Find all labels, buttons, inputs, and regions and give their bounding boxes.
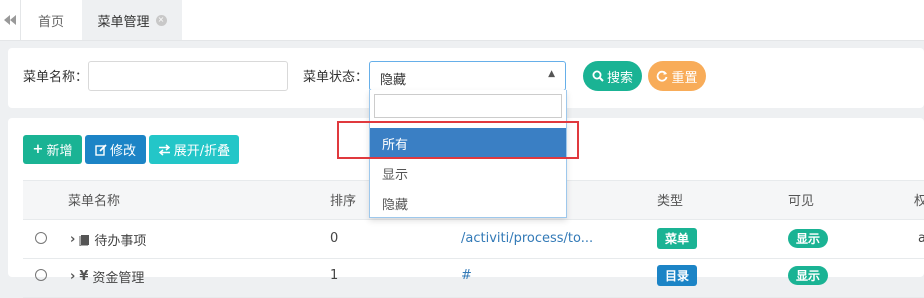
menu-status-select[interactable]: 隐藏 ▲ — [369, 61, 566, 91]
book-icon — [79, 234, 90, 246]
tab-menu-management-label: 菜单管理 — [97, 14, 150, 30]
tab-scroll-left-button[interactable] — [0, 0, 21, 40]
visible-badge: 显示 — [788, 229, 828, 248]
refresh-icon — [657, 70, 668, 82]
url-link[interactable]: # — [461, 268, 472, 283]
column-header-visible: 可见 — [788, 194, 815, 209]
tab-bar: 首页 菜单管理 × — [0, 0, 924, 41]
url-link[interactable]: /activiti/process/to... — [461, 231, 593, 246]
column-header-perm: 权 — [914, 194, 924, 209]
exchange-icon — [158, 143, 170, 156]
order-value: 0 — [330, 231, 339, 246]
search-button-label: 搜索 — [606, 70, 633, 86]
column-header-type: 类型 — [657, 194, 684, 209]
menu-item-name: 待办事项 — [94, 234, 147, 249]
order-value: 1 — [330, 268, 339, 283]
tree-node[interactable]: › 待办事项 — [70, 230, 146, 249]
menu-status-value: 隐藏 — [380, 73, 407, 88]
expand-collapse-label: 展开/折叠 — [173, 144, 231, 159]
column-header-name: 菜单名称 — [68, 194, 121, 209]
search-button[interactable]: 搜索 — [583, 61, 642, 91]
dropdown-search-input[interactable] — [374, 94, 562, 118]
column-header-order: 排序 — [330, 194, 357, 209]
tab-menu-management[interactable]: 菜单管理 × — [82, 0, 182, 40]
double-chevron-left-icon — [4, 15, 16, 25]
dropdown-option-hide[interactable]: 隐藏 — [370, 188, 566, 218]
menu-status-label: 菜单状态： — [303, 70, 369, 85]
chevron-right-icon[interactable]: › — [70, 232, 75, 247]
visible-badge: 显示 — [788, 266, 828, 285]
edit-icon — [95, 143, 107, 156]
add-button[interactable]: + 新增 — [23, 135, 82, 164]
edit-button-label: 修改 — [109, 144, 136, 159]
tab-home-label: 首页 — [37, 14, 64, 30]
close-icon[interactable]: × — [155, 14, 167, 26]
row-radio[interactable] — [35, 232, 47, 244]
row-radio[interactable] — [35, 269, 47, 281]
reset-button-label: 重置 — [671, 70, 698, 86]
menu-name-label: 菜单名称： — [23, 70, 89, 85]
perm-value: a — [918, 231, 924, 246]
menu-name-input[interactable] — [88, 61, 288, 91]
tab-home[interactable]: 首页 — [20, 0, 83, 40]
caret-up-icon: ▲ — [548, 69, 555, 79]
reset-button[interactable]: 重置 — [648, 61, 706, 91]
dropdown-option-show[interactable]: 显示 — [370, 158, 566, 188]
expand-collapse-button[interactable]: 展开/折叠 — [149, 135, 239, 164]
search-icon — [592, 70, 604, 82]
edit-button[interactable]: 修改 — [85, 135, 146, 164]
add-button-label: 新增 — [46, 144, 73, 159]
type-badge: 菜单 — [657, 228, 697, 249]
plus-icon: + — [32, 142, 44, 157]
type-badge: 目录 — [657, 265, 697, 286]
annotation-highlight-box — [337, 121, 579, 159]
